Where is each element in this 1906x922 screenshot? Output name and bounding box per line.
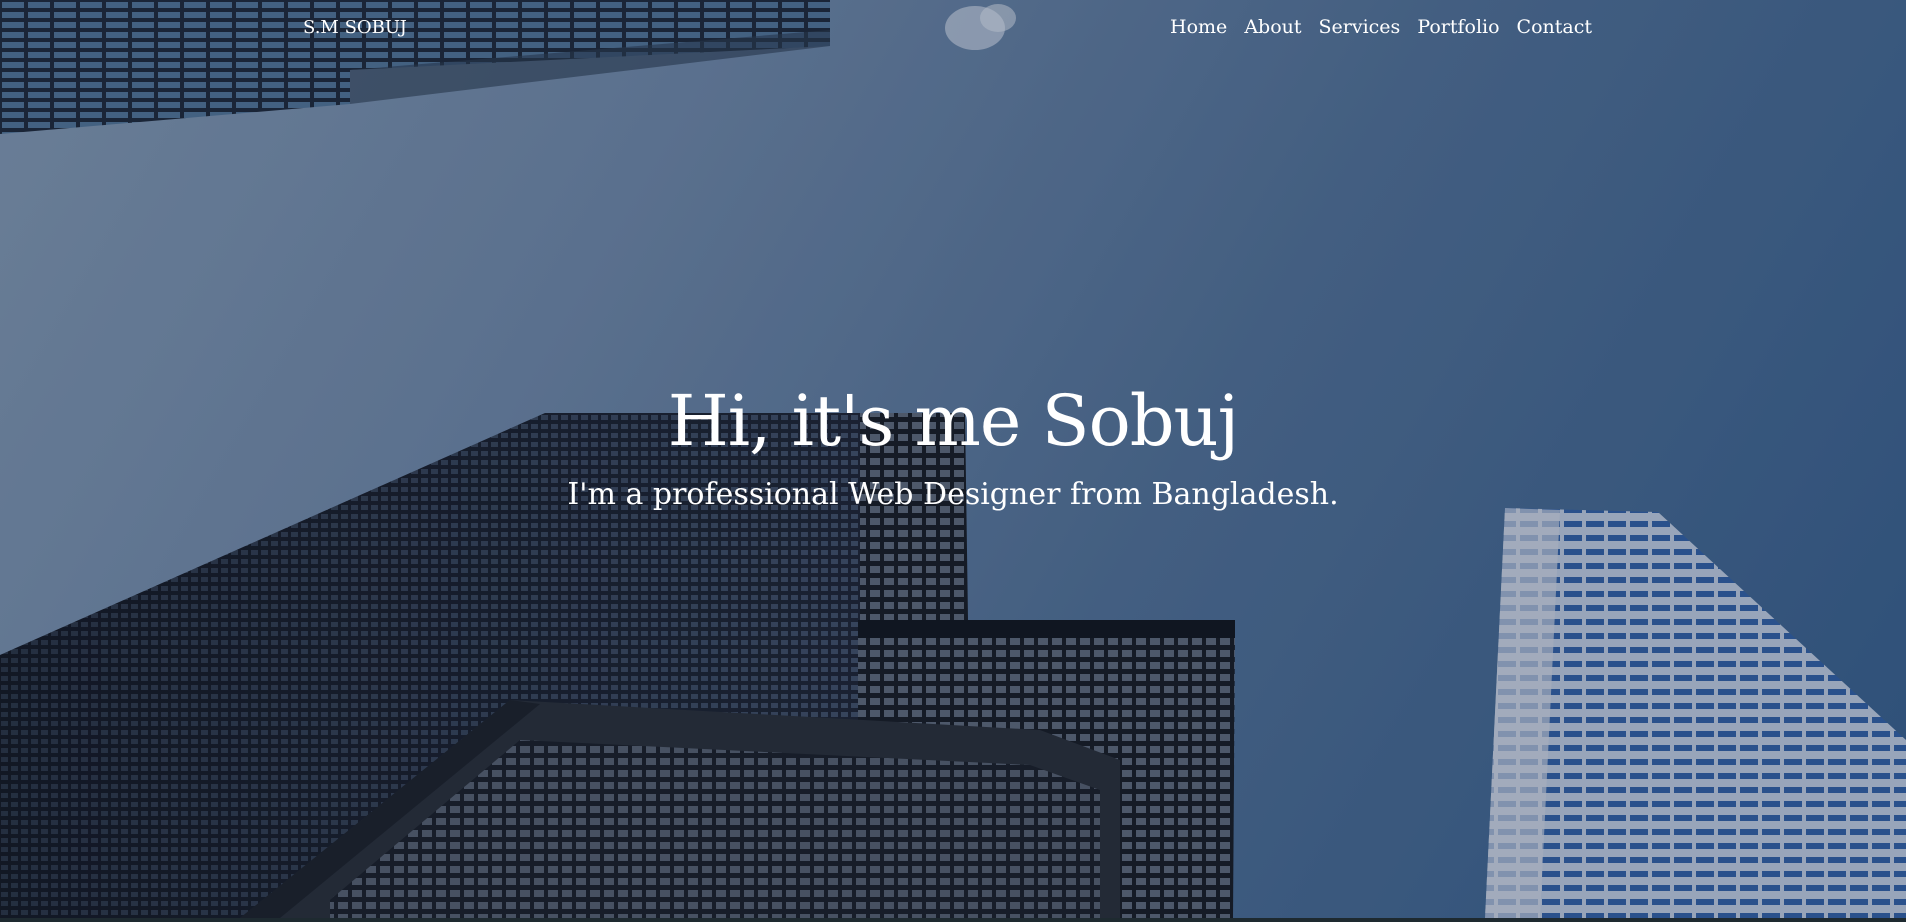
hero-subline: I'm a professional Web Designer from Ban… [567, 477, 1339, 512]
brand-logo[interactable]: S.M SOBUJ [303, 17, 407, 38]
nav-item-about[interactable]: About [1244, 16, 1301, 38]
nav-item-contact[interactable]: Contact [1517, 16, 1592, 38]
hero-headline: Hi, it's me Sobuj [667, 380, 1240, 462]
nav-item-home[interactable]: Home [1170, 16, 1227, 38]
main-nav: Home About Services Portfolio Contact [1170, 16, 1592, 38]
nav-item-services[interactable]: Services [1319, 16, 1401, 38]
hero-section: S.M SOBUJ Home About Services Portfolio … [0, 0, 1906, 918]
page-bottom-edge [0, 918, 1906, 922]
nav-item-portfolio[interactable]: Portfolio [1417, 16, 1499, 38]
